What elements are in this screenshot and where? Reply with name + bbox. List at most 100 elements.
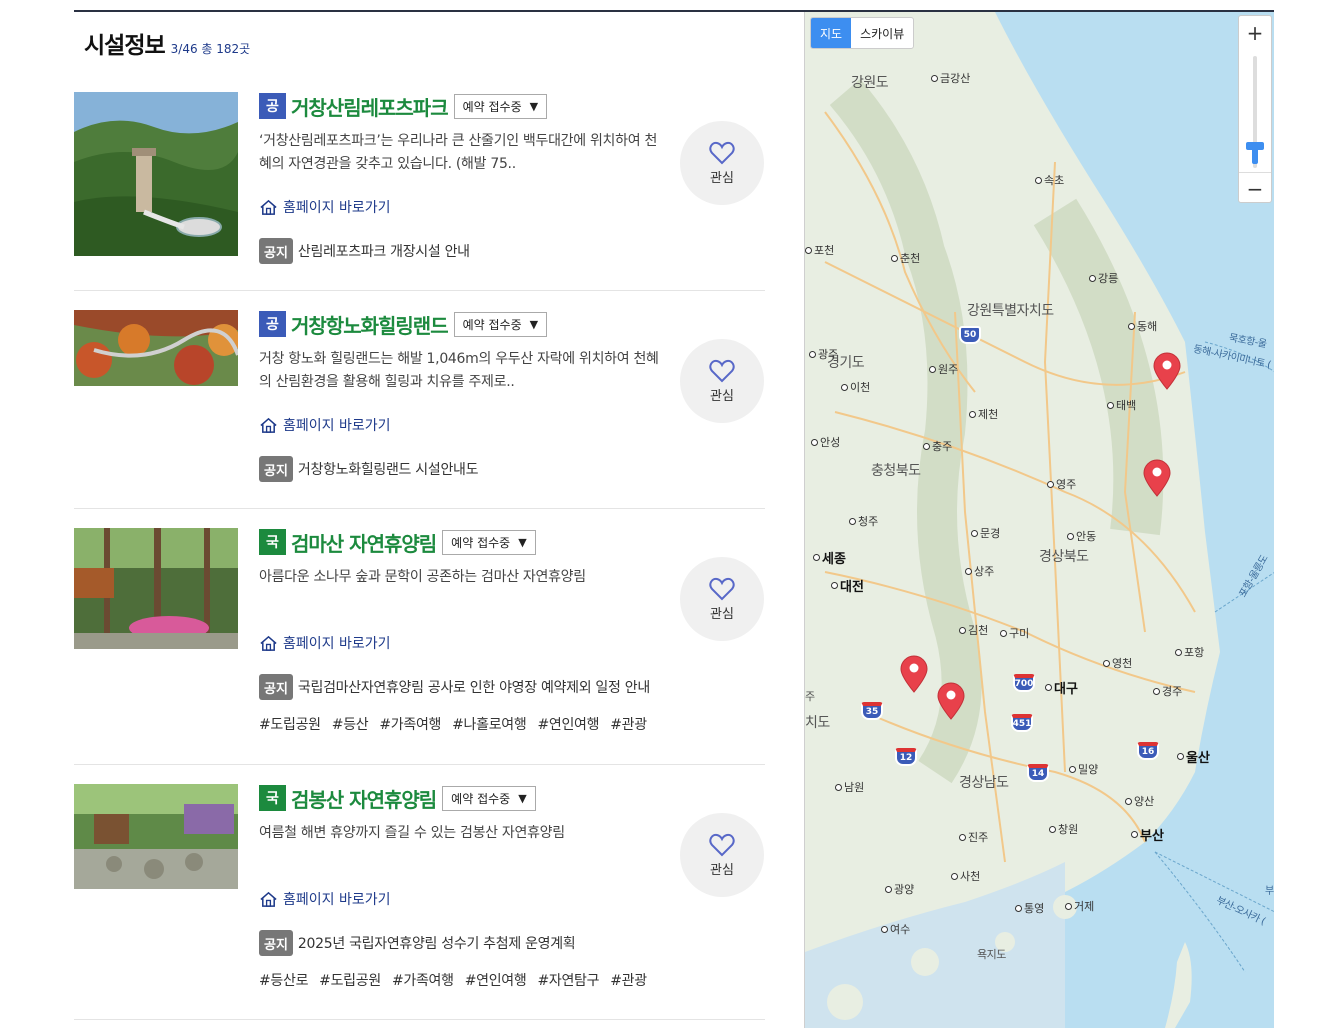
map-marker-pin[interactable] — [1152, 352, 1182, 390]
facility-item: 공 거창산림레포츠파크 예약 접수중 ▼ ‘거창산림레포츠파크’는 우리나라 큰 … — [74, 92, 765, 291]
tag[interactable]: #자연탐구 — [537, 970, 599, 990]
tag-list: #도립공원 #등산 #가족여행 #나홀로여행 #연인여행 #관광 — [259, 714, 669, 734]
favorite-button[interactable]: 관심 — [680, 557, 764, 641]
notice-row[interactable]: 공지 2025년 국립자연휴양림 성수기 추첨제 운영계획 — [259, 930, 669, 956]
facility-thumbnail[interactable] — [74, 310, 238, 386]
tag[interactable]: #연인여행 — [465, 970, 527, 990]
city-label: 여수 — [881, 921, 910, 937]
tag[interactable]: #관광 — [610, 970, 647, 990]
city-label: 안성 — [811, 434, 840, 450]
zoom-out-button[interactable]: − — [1239, 174, 1271, 204]
notice-text[interactable]: 산림레포츠파크 개장시설 안내 — [298, 241, 470, 261]
facility-thumbnail[interactable] — [74, 92, 238, 256]
facility-thumbnail[interactable] — [74, 784, 238, 889]
tag[interactable]: #연인여행 — [537, 714, 599, 734]
tag[interactable]: #가족여행 — [379, 714, 441, 734]
caret-down-icon: ▼ — [518, 535, 527, 549]
highway-shield: 451 — [1011, 714, 1033, 732]
city-label: 광주 — [809, 346, 838, 362]
notice-row[interactable]: 공지 거창항노화힐링랜드 시설안내도 — [259, 456, 669, 482]
heart-icon — [709, 833, 735, 856]
facility-title[interactable]: 검마산 자연휴양림 — [291, 528, 437, 557]
city-label: 광양 — [885, 881, 914, 897]
status-label: 예약 접수중 — [462, 99, 522, 114]
city-label: 제천 — [969, 406, 998, 422]
facility-type-badge: 공 — [259, 311, 286, 337]
zoom-control: + − — [1238, 15, 1272, 203]
city-label: 영천 — [1103, 655, 1132, 671]
favorite-button[interactable]: 관심 — [680, 339, 764, 423]
tag[interactable]: #등산로 — [259, 970, 308, 990]
map-marker-pin[interactable] — [1142, 459, 1172, 497]
city-label: 남원 — [835, 779, 864, 795]
reservation-status-select[interactable]: 예약 접수중 ▼ — [442, 529, 536, 555]
homepage-link-label: 홈페이지 바로가기 — [283, 892, 391, 908]
tag[interactable]: #도립공원 — [259, 714, 321, 734]
facility-type-badge: 국 — [259, 529, 286, 555]
heart-icon — [709, 359, 735, 382]
city-label: 창원 — [1049, 821, 1078, 837]
facility-thumbnail[interactable] — [74, 528, 238, 649]
facility-description: 여름철 해변 휴양까지 즐길 수 있는 검봉산 자연휴양림 — [259, 825, 565, 841]
city-label: 문경 — [971, 525, 1000, 541]
favorite-label: 관심 — [710, 606, 734, 622]
list-title: 시설정보 — [84, 33, 166, 59]
map-marker-pin[interactable] — [899, 655, 929, 693]
caret-down-icon: ▼ — [518, 791, 527, 805]
highway-shield: 12 — [895, 748, 917, 766]
facility-item: 국 검봉산 자연휴양림 예약 접수중 ▼ 여름철 해변 휴양까지 즐길 수 있는 … — [74, 784, 765, 1020]
homepage-link[interactable]: 홈페이지 바로가기 — [259, 632, 669, 654]
home-icon — [260, 635, 277, 651]
reservation-status-select[interactable]: 예약 접수중 ▼ — [442, 785, 536, 811]
notice-text[interactable]: 2025년 국립자연휴양림 성수기 추첨제 운영계획 — [298, 933, 576, 953]
facility-description: 거창 항노화 힐링랜드는 해발 1,046m의 우두산 자락에 위치하여 천혜의… — [259, 351, 659, 390]
region-label: 강원특별자치도 — [967, 303, 1054, 319]
facility-info: 공 거창항노화힐링랜드 예약 접수중 ▼ 거창 항노화 힐링랜드는 해발 1,04… — [259, 310, 669, 482]
favorite-button[interactable]: 관심 — [680, 813, 764, 897]
favorite-label: 관심 — [710, 388, 734, 404]
facility-title[interactable]: 검봉산 자연휴양림 — [291, 784, 437, 813]
city-label: 양산 — [1125, 793, 1154, 809]
notice-row[interactable]: 공지 산림레포츠파크 개장시설 안내 — [259, 238, 669, 264]
city-label-partial: 주 — [805, 690, 815, 703]
zoom-slider-handle-stem — [1252, 146, 1258, 164]
homepage-link[interactable]: 홈페이지 바로가기 — [259, 414, 669, 436]
tag[interactable]: #등산 — [332, 714, 369, 734]
map-type-map-button[interactable]: 지도 — [811, 18, 852, 48]
homepage-link[interactable]: 홈페이지 바로가기 — [259, 888, 669, 910]
map-type-toggle: 지도 스카이뷰 — [810, 17, 915, 49]
notice-text[interactable]: 국립검마산자연휴양림 공사로 인한 야영장 예약제외 일정 안내 — [298, 677, 650, 697]
reservation-status-select[interactable]: 예약 접수중 ▼ — [453, 311, 548, 337]
map-view[interactable]: 지도 스카이뷰 + − 강원도 강원특별자치도 경기도 충청북도 경상북도 경상… — [804, 12, 1274, 1028]
status-label: 예약 접수중 — [451, 791, 511, 806]
city-label: 진주 — [959, 829, 988, 845]
city-label: 영주 — [1047, 476, 1076, 492]
map-marker-pin[interactable] — [936, 682, 966, 720]
notice-badge: 공지 — [259, 238, 293, 264]
facility-title[interactable]: 거창항노화힐링랜드 — [291, 310, 449, 339]
zoom-in-button[interactable]: + — [1239, 18, 1271, 48]
notice-badge: 공지 — [259, 456, 293, 482]
city-label: 청주 — [849, 513, 878, 529]
city-label: 상주 — [965, 563, 994, 579]
tag[interactable]: #관광 — [610, 714, 647, 734]
facility-title[interactable]: 거창산림레포츠파크 — [291, 92, 449, 121]
homepage-link[interactable]: 홈페이지 바로가기 — [259, 196, 669, 218]
favorite-button[interactable]: 관심 — [680, 121, 764, 205]
tag[interactable]: #나홀로여행 — [452, 714, 527, 734]
map-type-skyview-button[interactable]: 스카이뷰 — [851, 18, 913, 48]
notice-text[interactable]: 거창항노화힐링랜드 시설안내도 — [298, 459, 479, 479]
home-icon — [260, 199, 277, 215]
thumbnail-image-pine-forest — [74, 528, 238, 649]
region-label: 강원도 — [851, 75, 889, 91]
notice-row[interactable]: 공지 국립검마산자연휴양림 공사로 인한 야영장 예약제외 일정 안내 — [259, 674, 669, 700]
caret-down-icon: ▼ — [529, 317, 539, 331]
sea-route-label: 부 — [1265, 886, 1274, 897]
reservation-status-select[interactable]: 예약 접수중 ▼ — [453, 93, 548, 119]
facility-item: 국 검마산 자연휴양림 예약 접수중 ▼ 아름다운 소나무 숲과 문학이 공존하는… — [74, 528, 765, 765]
region-label: 경상북도 — [1039, 549, 1089, 565]
facility-item: 공 거창항노화힐링랜드 예약 접수중 ▼ 거창 항노화 힐링랜드는 해발 1,04… — [74, 310, 765, 509]
city-label: 울산 — [1177, 747, 1210, 766]
tag[interactable]: #도립공원 — [319, 970, 381, 990]
tag[interactable]: #가족여행 — [392, 970, 454, 990]
